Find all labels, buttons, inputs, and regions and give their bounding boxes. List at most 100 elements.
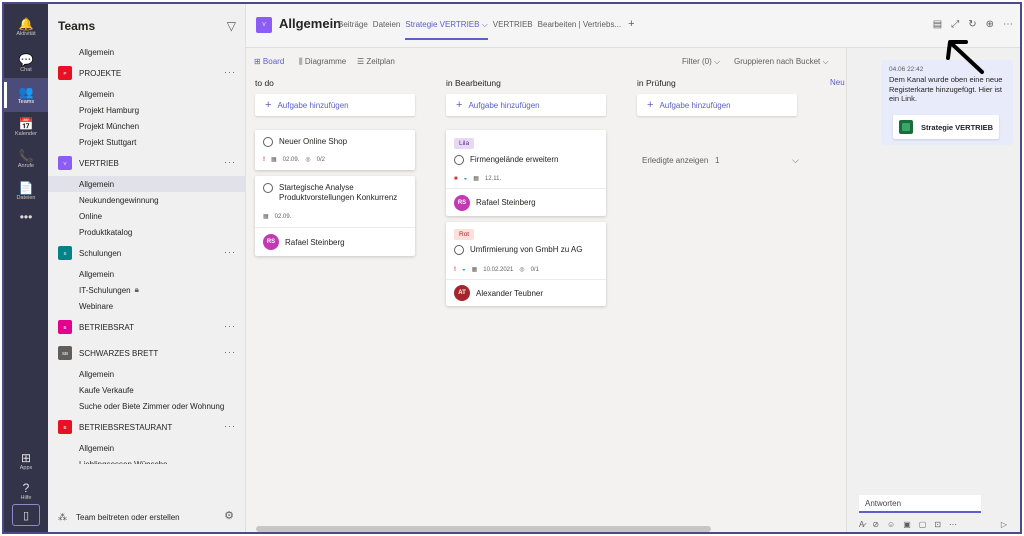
- more-options-icon[interactable]: ⋯: [1003, 19, 1013, 30]
- meet-icon[interactable]: ⊡: [934, 520, 941, 529]
- more-options-icon[interactable]: ···: [224, 157, 236, 167]
- tab-vertrieb[interactable]: VERTRIEB: [493, 20, 533, 40]
- emoji-icon[interactable]: ☺: [887, 520, 895, 529]
- channel-item[interactable]: Allgemein: [48, 44, 246, 60]
- rail-activity[interactable]: 🔔 Aktivität: [4, 10, 48, 44]
- show-completed-toggle[interactable]: Erledigte anzeigen 1 ⌵: [642, 155, 802, 165]
- format-icon[interactable]: A̷: [859, 520, 864, 529]
- task-card[interactable]: Lila Firmengelände erweitern ■ ◒ ▦ 12.11.…: [446, 130, 606, 216]
- bucket-title[interactable]: in Prüfung: [637, 78, 676, 88]
- rail-label: Teams: [17, 98, 35, 105]
- attach-icon[interactable]: ⊘: [872, 520, 879, 529]
- tab-bearbeiten[interactable]: Bearbeiten | Vertriebs...: [538, 20, 621, 40]
- complete-checkbox[interactable]: [263, 137, 273, 147]
- channel-item[interactable]: Kaufe Verkaufe: [48, 382, 246, 398]
- rail-more[interactable]: •••: [4, 200, 48, 234]
- channel-item[interactable]: Allgemein: [48, 440, 246, 456]
- tab-link-card[interactable]: Strategie VERTRIEB: [893, 115, 999, 139]
- team-item[interactable]: B BETRIEBSRESTAURANT ···: [48, 418, 246, 436]
- sticker-icon[interactable]: ▢: [919, 520, 927, 529]
- bucket-title[interactable]: in Bearbeitung: [446, 78, 501, 88]
- rail-chat[interactable]: 💬 Chat: [4, 46, 48, 80]
- group-by-button[interactable]: Gruppieren nach Bucket ⌵: [734, 57, 829, 67]
- channel-item[interactable]: Allgemein: [48, 86, 246, 102]
- complete-checkbox[interactable]: [263, 183, 273, 193]
- tab-strategie-vertrieb[interactable]: Strategie VERTRIEB ⌵: [405, 20, 488, 40]
- more-options-icon[interactable]: ···: [224, 67, 236, 77]
- team-name: SCHWARZES BRETT: [79, 348, 159, 358]
- complete-checkbox[interactable]: [454, 155, 464, 165]
- team-avatar: B: [58, 320, 72, 334]
- new-bucket-button[interactable]: Neu: [830, 78, 845, 87]
- device-icon[interactable]: ▯: [12, 504, 40, 526]
- team-item[interactable]: P PROJEKTE ···: [48, 64, 246, 82]
- charts-view-button[interactable]: ⫼ Diagramme: [299, 57, 346, 67]
- horizontal-scrollbar[interactable]: [256, 526, 711, 532]
- channel-name: Lieblingsessen Wünsche: [79, 459, 168, 465]
- refresh-icon[interactable]: ↻: [968, 19, 976, 30]
- rail-help[interactable]: ? Hilfe: [4, 474, 48, 508]
- reply-input[interactable]: Antworten: [859, 495, 981, 513]
- join-team-label: Team beitreten oder erstellen: [76, 512, 180, 522]
- rail-calendar[interactable]: 📅 Kalender: [4, 110, 48, 144]
- channel-item[interactable]: Lieblingsessen Wünsche: [48, 456, 246, 465]
- filter-icon[interactable]: ▽: [227, 19, 236, 33]
- task-card[interactable]: Neuer Online Shop ! ▦ 02.09. ◎ 0/2: [255, 130, 415, 170]
- channel-item[interactable]: Neukundengewinnung: [48, 192, 246, 208]
- rail-apps[interactable]: ⊞ Apps: [4, 444, 48, 478]
- more-options-icon[interactable]: ···: [224, 247, 236, 257]
- channel-name: Produktkatalog: [79, 227, 133, 237]
- tab-posts[interactable]: Beiträge: [338, 20, 368, 40]
- task-card[interactable]: Rot Umfirmierung von GmbH zu AG ! ◒ ▦ 10.…: [446, 222, 606, 306]
- rail-teams[interactable]: 👥 Teams: [4, 78, 48, 112]
- bucket-title[interactable]: to do: [255, 78, 274, 88]
- channel-item[interactable]: Allgemein: [48, 366, 246, 382]
- sidebar-title: Teams: [58, 19, 96, 33]
- channel-item[interactable]: Allgemein: [48, 176, 246, 192]
- rail-calls[interactable]: 📞 Anrufe: [4, 142, 48, 176]
- board-view-button[interactable]: ⊞ Board: [254, 57, 284, 66]
- more-options-icon[interactable]: ···: [224, 421, 236, 431]
- team-item[interactable]: S Schulungen ···: [48, 244, 246, 262]
- tab-link-label: Strategie VERTRIEB: [921, 122, 994, 132]
- channel-item[interactable]: Projekt Stuttgart: [48, 134, 246, 150]
- task-card[interactable]: Startegische Analyse Produktvorstellunge…: [255, 176, 415, 256]
- team-list: Allgemein P PROJEKTE ··· Allgemein Projekt Ha…: [48, 44, 246, 464]
- team-item[interactable]: SB SCHWARZES BRETT ···: [48, 344, 246, 362]
- channel-item[interactable]: Projekt München: [48, 118, 246, 134]
- checklist-icon: ◎: [305, 157, 311, 163]
- globe-icon[interactable]: ⊕: [986, 19, 994, 30]
- channel-item[interactable]: Projekt Hamburg: [48, 102, 246, 118]
- channel-item[interactable]: Produktkatalog: [48, 224, 246, 240]
- more-options-icon[interactable]: ···: [224, 321, 236, 331]
- add-task-button[interactable]: + Aufgabe hinzufügen: [637, 94, 797, 116]
- send-icon[interactable]: ▷: [1001, 520, 1007, 529]
- add-task-button[interactable]: + Aufgabe hinzufügen: [255, 94, 415, 116]
- settings-icon[interactable]: ⚙: [224, 509, 234, 522]
- calendar-icon: 📅: [18, 116, 34, 131]
- expand-icon[interactable]: ⤢: [951, 19, 959, 30]
- team-item[interactable]: B BETRIEBSRAT ···: [48, 318, 246, 336]
- team-name: Schulungen: [79, 248, 122, 258]
- channel-item[interactable]: Allgemein: [48, 266, 246, 282]
- join-team-button[interactable]: ⁂ Team beitreten oder erstellen ⚙: [48, 506, 246, 528]
- add-task-label: Aufgabe hinzufügen: [659, 100, 731, 110]
- channel-item[interactable]: IT-Schulungen 🔒︎: [48, 282, 246, 298]
- filter-button[interactable]: Filter (0) ⌵: [682, 57, 720, 67]
- conversation-icon[interactable]: ▤: [933, 19, 942, 30]
- more-icon[interactable]: ⋯: [949, 520, 957, 529]
- phone-icon: 📞: [18, 148, 34, 163]
- team-item[interactable]: V VERTRIEB ···: [48, 154, 246, 172]
- add-tab-button[interactable]: +: [628, 19, 634, 40]
- gif-icon[interactable]: ▣: [903, 520, 911, 529]
- more-options-icon[interactable]: ···: [224, 347, 236, 357]
- add-task-button[interactable]: + Aufgabe hinzufügen: [446, 94, 606, 116]
- tab-files[interactable]: Dateien: [373, 20, 401, 40]
- channel-header: V Allgemein Beiträge Dateien Strategie V…: [246, 4, 1020, 48]
- schedule-view-button[interactable]: ☰ Zeitplan: [357, 57, 395, 66]
- channel-item[interactable]: Suche oder Biete Zimmer oder Wohnung: [48, 398, 246, 414]
- channel-item[interactable]: Webinare: [48, 298, 246, 314]
- channel-item[interactable]: Online: [48, 208, 246, 224]
- complete-checkbox[interactable]: [454, 245, 464, 255]
- team-avatar: B: [58, 420, 72, 434]
